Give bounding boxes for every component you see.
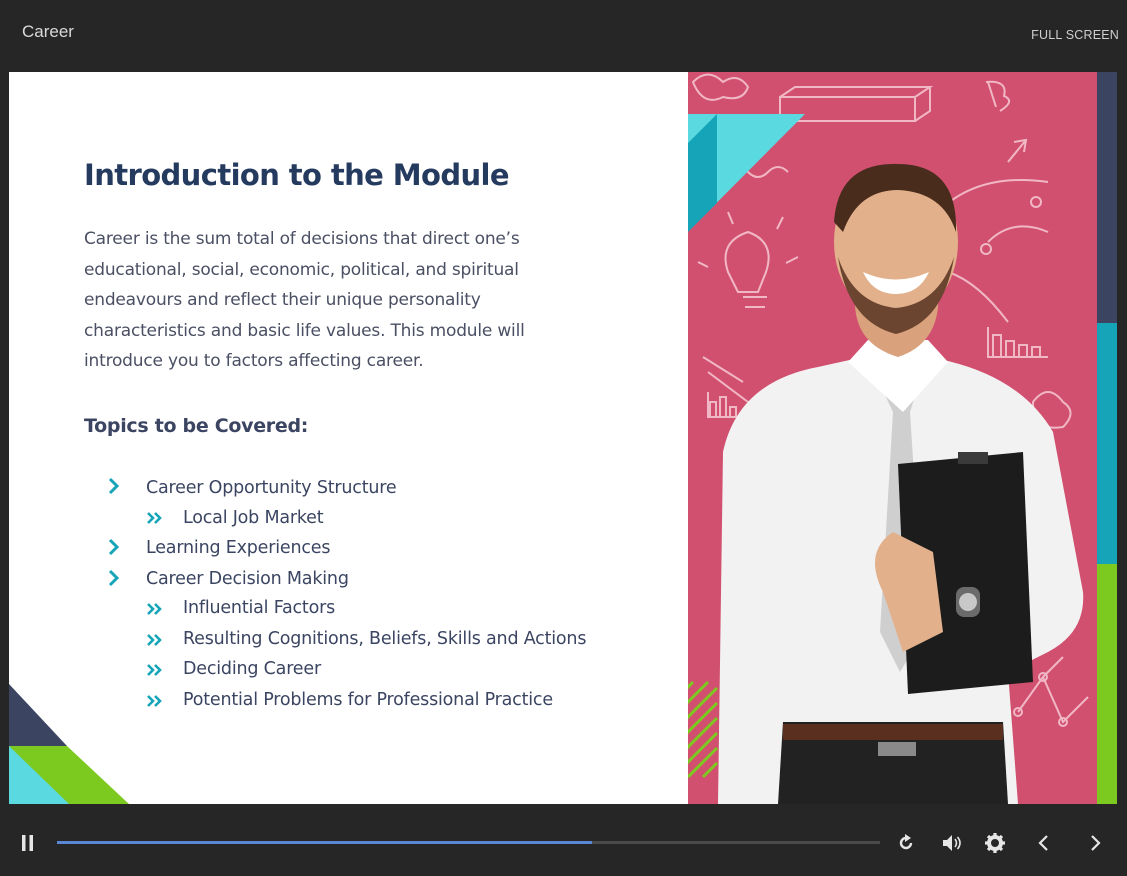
list-item: Learning Experiences [146, 538, 331, 558]
list-item: Deciding Career [183, 659, 321, 679]
double-chevron-right-icon [146, 692, 164, 713]
hatch-pattern [688, 680, 719, 779]
player-controls [0, 804, 1127, 876]
double-chevron-right-icon [146, 509, 164, 530]
list-item: Career Decision Making [146, 569, 349, 589]
replay-icon[interactable] [897, 834, 915, 856]
list-item: Potential Problems for Professional Prac… [183, 690, 553, 710]
list-item: Career Opportunity Structure [146, 478, 397, 498]
progress-fill [57, 841, 592, 844]
volume-icon[interactable] [942, 834, 962, 856]
full-screen-button[interactable]: FULL SCREEN [1031, 28, 1119, 42]
topics-heading: Topics to be Covered: [84, 415, 309, 437]
slide-heading: Introduction to the Module [84, 158, 510, 192]
hero-image [688, 72, 1097, 804]
chevron-right-icon [107, 477, 121, 500]
next-icon[interactable] [1090, 834, 1102, 856]
prev-icon[interactable] [1037, 834, 1049, 856]
slide-paragraph: Career is the sum total of decisions tha… [84, 229, 525, 371]
corner-decoration [9, 684, 129, 804]
course-title: Career [22, 22, 74, 41]
list-item: Influential Factors [183, 598, 335, 618]
accent-bar-navy [1097, 72, 1117, 323]
double-chevron-right-icon [146, 661, 164, 682]
settings-icon[interactable] [985, 833, 1005, 857]
pause-icon[interactable] [22, 835, 34, 855]
accent-bar-green [1097, 564, 1117, 804]
chevron-right-icon [107, 538, 121, 561]
progress-bar[interactable] [57, 841, 880, 844]
double-chevron-right-icon [146, 631, 164, 652]
list-item: Resulting Cognitions, Beliefs, Skills an… [183, 629, 587, 649]
slide: Introduction to the Module Career is the… [9, 72, 1117, 804]
accent-bar-teal [1097, 323, 1117, 564]
list-item: Local Job Market [183, 508, 324, 528]
top-bar: Career FULL SCREEN [0, 0, 1127, 72]
chevron-right-icon [107, 569, 121, 592]
double-chevron-right-icon [146, 600, 164, 621]
businessman-illustration [688, 73, 1089, 804]
